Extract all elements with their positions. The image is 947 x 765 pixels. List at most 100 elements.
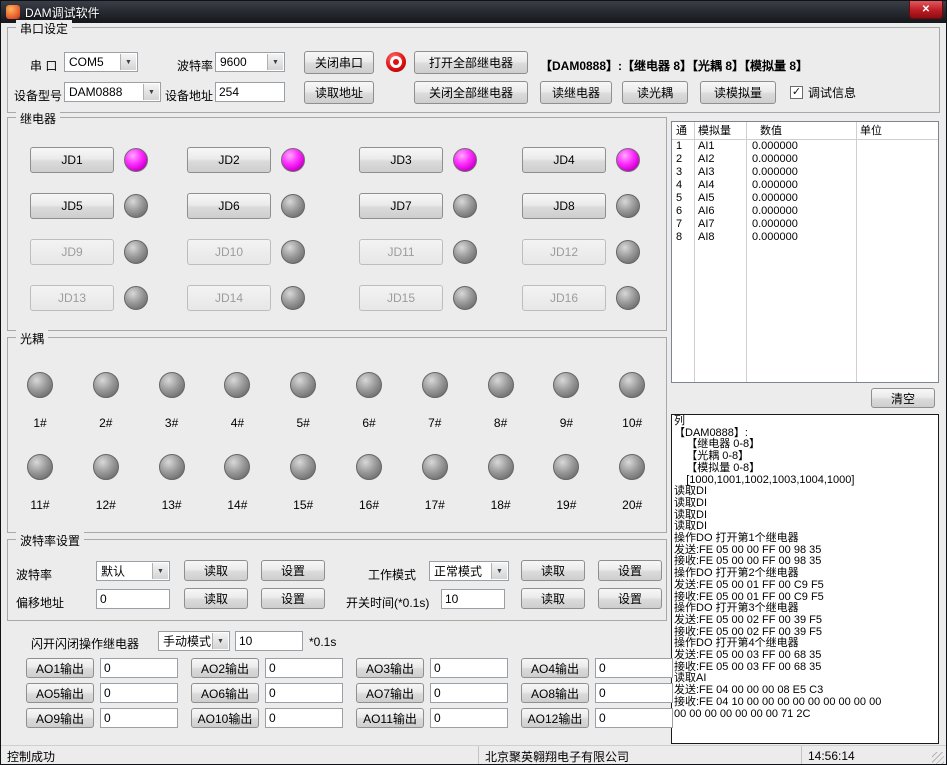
ao-button-12[interactable]: AO12输出	[521, 708, 589, 728]
ao-input-4[interactable]	[595, 658, 673, 678]
opto-label-12: 12#	[84, 498, 128, 512]
ao-button-5[interactable]: AO5输出	[26, 683, 94, 703]
close-button[interactable]: ✕	[909, 1, 943, 19]
opto-label-17: 17#	[413, 498, 457, 512]
ao-button-6[interactable]: AO6输出	[191, 683, 259, 703]
debug-log[interactable]: 列【DAM0888】: 【继电器 0-8】 【光耦 0-8】 【模拟量 0-8】…	[671, 414, 939, 744]
app-icon	[6, 5, 20, 19]
client-area: 串口设定 串 口 COM5 ▼ 波特率 9600 ▼ 关闭串口 打开全部继电器 …	[1, 23, 946, 745]
ao-button-1[interactable]: AO1输出	[26, 658, 94, 678]
ao-button-8[interactable]: AO8输出	[521, 683, 589, 703]
chevron-down-icon: ▼	[120, 54, 136, 70]
set-switchtime-button[interactable]: 设置	[598, 588, 662, 609]
ao-input-2[interactable]	[265, 658, 343, 678]
baud-select-value: 9600	[220, 55, 247, 69]
log-line: 【模拟量 0-8】	[674, 463, 938, 475]
set-workmode-button[interactable]: 设置	[598, 560, 662, 581]
relay-button-jd5[interactable]: JD5	[30, 193, 114, 219]
relay-led-12	[616, 240, 640, 264]
relay-button-jd11[interactable]: JD11	[359, 239, 443, 265]
ao-input-5[interactable]	[100, 683, 178, 703]
baud-setting-select[interactable]: 默认 ▼	[96, 561, 170, 581]
ao-input-11[interactable]	[430, 708, 508, 728]
relay-button-jd13[interactable]: JD13	[30, 285, 114, 311]
baud-setting-label: 波特率	[16, 566, 52, 583]
log-line: 读取DI	[674, 510, 938, 522]
opto-led-16	[356, 454, 382, 480]
flash-mode-select[interactable]: 手动模式 ▼	[158, 631, 230, 651]
read-relays-button[interactable]: 读继电器	[540, 81, 612, 104]
relay-button-jd3[interactable]: JD3	[359, 147, 443, 173]
set-baud-button[interactable]: 设置	[261, 560, 325, 581]
ao-input-8[interactable]	[595, 683, 673, 703]
close-all-relays-button[interactable]: 关闭全部继电器	[414, 81, 528, 104]
relay-button-jd1[interactable]: JD1	[30, 147, 114, 173]
opto-led-18	[488, 454, 514, 480]
log-line: 接收:FE 04 10 00 00 00 00 00 00 00 00 00	[674, 697, 938, 709]
switch-time-input[interactable]	[441, 589, 505, 609]
ao-button-7[interactable]: AO7输出	[356, 683, 424, 703]
ao-button-11[interactable]: AO11输出	[356, 708, 424, 728]
relay-button-jd15[interactable]: JD15	[359, 285, 443, 311]
ao-button-4[interactable]: AO4输出	[521, 658, 589, 678]
titlebar[interactable]: DAM调试软件 ✕	[1, 1, 946, 23]
log-line: 读取DI	[674, 486, 938, 498]
open-all-relays-button[interactable]: 打开全部继电器	[414, 51, 528, 74]
read-switchtime-button[interactable]: 读取	[521, 588, 585, 609]
address-input[interactable]	[215, 82, 285, 102]
flash-mode-value: 手动模式	[163, 633, 211, 650]
ao-input-1[interactable]	[100, 658, 178, 678]
model-label: 设备型号	[14, 87, 62, 104]
ao-input-10[interactable]	[265, 708, 343, 728]
close-port-button[interactable]: 关闭串口	[304, 51, 374, 74]
ao-input-9[interactable]	[100, 708, 178, 728]
model-select[interactable]: DAM0888 ▼	[64, 82, 161, 102]
baud-select[interactable]: 9600 ▼	[215, 52, 285, 72]
set-offset-button[interactable]: 设置	[261, 588, 325, 609]
relay-button-jd6[interactable]: JD6	[187, 193, 271, 219]
relay-button-jd4[interactable]: JD4	[522, 147, 606, 173]
baud-settings-group: 波特率设置 波特率 默认 ▼ 读取 设置 工作模式 正常模式 ▼ 读取 设置 偏…	[7, 539, 667, 621]
port-select[interactable]: COM5 ▼	[64, 52, 138, 72]
relay-button-jd12[interactable]: JD12	[522, 239, 606, 265]
opto-group-title: 光耦	[16, 330, 48, 347]
ao-input-7[interactable]	[430, 683, 508, 703]
read-workmode-button[interactable]: 读取	[521, 560, 585, 581]
ao-button-3[interactable]: AO3输出	[356, 658, 424, 678]
read-analog-button[interactable]: 读模拟量	[700, 81, 776, 104]
checkbox-check-icon: ✓	[790, 86, 803, 99]
ao-button-9[interactable]: AO9输出	[26, 708, 94, 728]
debug-info-checkbox[interactable]: ✓ 调试信息	[790, 84, 856, 101]
address-label: 设备地址	[165, 87, 213, 104]
relay-button-jd7[interactable]: JD7	[359, 193, 443, 219]
opto-group: 光耦 1#2#3#4#5#6#7#8#9#10#11#12#13#14#15#1…	[7, 337, 667, 533]
flash-time-input[interactable]	[235, 631, 303, 651]
offset-input[interactable]	[96, 589, 170, 609]
ao-button-10[interactable]: AO10输出	[191, 708, 259, 728]
relay-led-7	[453, 194, 477, 218]
opto-label-3: 3#	[150, 416, 194, 430]
relay-button-jd9[interactable]: JD9	[30, 239, 114, 265]
ao-input-6[interactable]	[265, 683, 343, 703]
read-address-button[interactable]: 读取地址	[304, 81, 374, 104]
relay-button-jd10[interactable]: JD10	[187, 239, 271, 265]
work-mode-select[interactable]: 正常模式 ▼	[429, 561, 509, 581]
ao-input-12[interactable]	[595, 708, 673, 728]
relay-button-jd8[interactable]: JD8	[522, 193, 606, 219]
read-offset-button[interactable]: 读取	[184, 588, 248, 609]
opto-led-13	[159, 454, 185, 480]
relay-button-jd2[interactable]: JD2	[187, 147, 271, 173]
read-baud-button[interactable]: 读取	[184, 560, 248, 581]
relay-led-15	[453, 286, 477, 310]
opto-label-6: 6#	[347, 416, 391, 430]
relay-button-jd14[interactable]: JD14	[187, 285, 271, 311]
relay-group: 继电器 JD1JD2JD3JD4JD5JD6JD7JD8JD9JD10JD11J…	[7, 117, 667, 331]
clear-log-button[interactable]: 清空	[871, 388, 935, 408]
opto-label-9: 9#	[544, 416, 588, 430]
read-opto-button[interactable]: 读光耦	[622, 81, 688, 104]
ao-input-3[interactable]	[430, 658, 508, 678]
chevron-down-icon: ▼	[152, 563, 168, 579]
ao-button-2[interactable]: AO2输出	[191, 658, 259, 678]
opto-label-14: 14#	[215, 498, 259, 512]
relay-button-jd16[interactable]: JD16	[522, 285, 606, 311]
